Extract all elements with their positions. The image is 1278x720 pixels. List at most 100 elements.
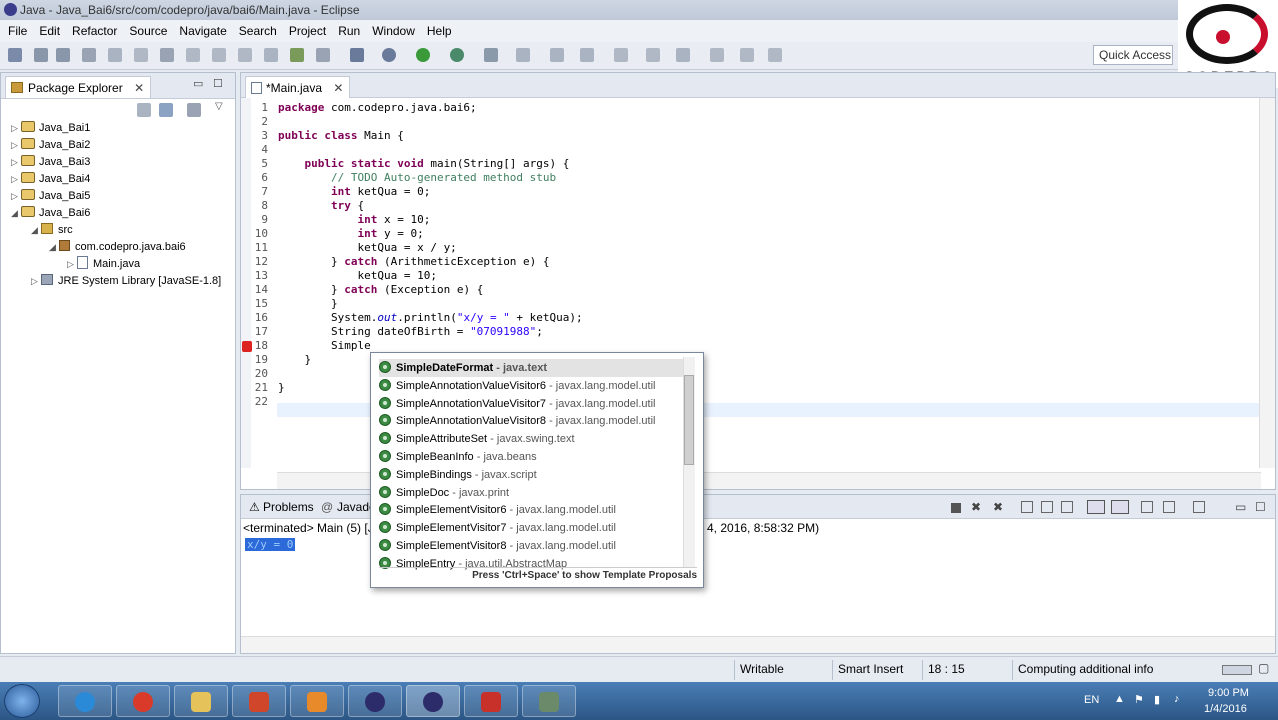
clear-console-icon[interactable] <box>1021 501 1033 513</box>
pin-icon[interactable] <box>316 48 330 62</box>
tree-project-java-bai4[interactable]: ▷ Java_Bai4 <box>11 171 90 188</box>
collapse-icon[interactable]: ◢ <box>11 205 21 222</box>
tree-src-folder[interactable]: ◢ src <box>31 222 73 239</box>
next-icon[interactable] <box>350 48 364 62</box>
code-line[interactable]: int y = 0; <box>278 227 423 241</box>
expand-icon[interactable]: ▷ <box>67 256 77 273</box>
maximize-icon[interactable]: ☐ <box>1255 500 1266 514</box>
menu-navigate[interactable]: Navigate <box>173 20 232 42</box>
code-line[interactable]: // TODO Auto-generated method stub <box>278 171 556 185</box>
back-icon[interactable] <box>710 48 724 62</box>
code-line[interactable]: Simple <box>278 339 371 353</box>
code-line[interactable]: ketQua = x / y; <box>278 241 456 255</box>
close-icon[interactable]: ✕ <box>134 81 144 95</box>
tree-project-java-bai1[interactable]: ▷ Java_Bai1 <box>11 120 90 137</box>
code-line[interactable]: System.out.println("x/y = " + ketQua); <box>278 311 583 325</box>
console-output[interactable]: x/y = 0 <box>245 538 296 551</box>
proposal-item[interactable]: SimpleElementVisitor6 - javax.lang.model… <box>379 501 689 519</box>
console-horizontal-scrollbar[interactable] <box>241 636 1275 653</box>
view-menu-icon[interactable]: ▽ <box>215 101 223 112</box>
collapse-all-icon[interactable] <box>137 103 151 117</box>
tree-jre-library[interactable]: ▷ JRE System Library [JavaSE-1.8] <box>31 273 221 290</box>
expand-icon[interactable]: ▷ <box>31 273 41 290</box>
tab-main-java[interactable]: *Main.java ✕ <box>245 76 351 98</box>
pin-console-icon[interactable] <box>1087 500 1105 514</box>
open-console-icon[interactable] <box>1141 501 1153 513</box>
tray-arrow-icon[interactable]: ▲ <box>1114 693 1125 705</box>
forward-icon[interactable] <box>740 48 754 62</box>
code-line[interactable]: ketQua = 10; <box>278 269 436 283</box>
proposal-item[interactable]: SimpleAnnotationValueVisitor8 - javax.la… <box>379 412 689 430</box>
proposal-item[interactable]: SimpleBindings - javax.script <box>379 466 689 484</box>
menu-help[interactable]: Help <box>421 20 458 42</box>
expand-icon[interactable]: ▷ <box>11 171 21 188</box>
display-selected-icon[interactable] <box>1163 501 1175 513</box>
flag-icon[interactable]: ⚑ <box>1134 693 1144 706</box>
new-icon[interactable] <box>8 48 22 62</box>
scroll-lock-icon[interactable] <box>1041 501 1053 513</box>
tab-problems[interactable]: Problems <box>263 500 314 514</box>
run-icon[interactable] <box>416 48 430 62</box>
taskbar-eclipse-1[interactable] <box>348 685 402 717</box>
minimize-icon[interactable]: ▭ <box>1235 500 1246 514</box>
terminal-icon[interactable] <box>134 48 148 62</box>
menu-edit[interactable]: Edit <box>33 20 66 42</box>
proposal-scrollbar-thumb[interactable] <box>684 375 694 465</box>
toggle-icon[interactable] <box>160 48 174 62</box>
code-line[interactable]: } <box>278 381 285 395</box>
remove-all-icon[interactable]: ✖ <box>993 500 1003 514</box>
code-line[interactable]: } <box>278 297 338 311</box>
start-button-icon[interactable] <box>4 684 40 718</box>
collapse-icon[interactable]: ◢ <box>49 239 59 256</box>
close-icon[interactable]: ✕ <box>333 81 343 95</box>
tree-project-java-bai2[interactable]: ▷ Java_Bai2 <box>11 137 90 154</box>
menu-file[interactable]: File <box>0 20 33 42</box>
code-line[interactable]: package com.codepro.java.bai6; <box>278 101 477 115</box>
save-all-icon[interactable] <box>56 48 70 62</box>
new-java-project-icon[interactable] <box>516 48 530 62</box>
code-line[interactable]: try { <box>278 199 364 213</box>
tree-package[interactable]: ◢ com.codepro.java.bai6 <box>49 239 186 256</box>
proposal-item[interactable]: SimpleBeanInfo - java.beans <box>379 448 689 466</box>
taskbar-tool[interactable] <box>522 685 576 717</box>
menu-project[interactable]: Project <box>283 20 332 42</box>
proposal-item[interactable]: SimpleDoc - javax.print <box>379 484 689 502</box>
proposal-item[interactable]: SimpleAnnotationValueVisitor6 - javax.la… <box>379 377 689 395</box>
code-line[interactable]: public static void main(String[] args) { <box>278 157 570 171</box>
maximize-icon[interactable]: ☐ <box>213 77 223 90</box>
clock-time[interactable]: 9:00 PM <box>1208 687 1249 699</box>
code-line[interactable]: int x = 10; <box>278 213 430 227</box>
build-icon[interactable] <box>108 48 122 62</box>
layout-icon[interactable] <box>212 48 226 62</box>
code-line[interactable]: public class Main { <box>278 129 404 143</box>
terminate-icon[interactable] <box>951 503 961 513</box>
menu-run[interactable]: Run <box>332 20 366 42</box>
expand-icon[interactable]: ▷ <box>11 137 21 154</box>
taskbar-chrome[interactable] <box>116 685 170 717</box>
expand-icon[interactable]: ▷ <box>11 120 21 137</box>
open-type-icon[interactable] <box>614 48 628 62</box>
menu-window[interactable]: Window <box>366 20 421 42</box>
taskbar-eclipse-2[interactable] <box>406 685 460 717</box>
last-edit-icon[interactable] <box>768 48 782 62</box>
code-line[interactable]: } <box>278 353 311 367</box>
expand-icon[interactable]: ▷ <box>11 188 21 205</box>
error-marker-icon[interactable] <box>242 341 252 352</box>
editor-vertical-scrollbar[interactable] <box>1259 98 1275 468</box>
remove-launch-icon[interactable]: ✖ <box>971 500 981 514</box>
language-indicator[interactable]: EN <box>1084 694 1099 706</box>
task-icon[interactable] <box>264 48 278 62</box>
link-editor-icon[interactable] <box>159 103 173 117</box>
proposal-item[interactable]: SimpleDateFormat - java.text <box>379 359 689 377</box>
open-icon[interactable] <box>290 48 304 62</box>
new-class-icon[interactable] <box>580 48 594 62</box>
taskbar-media[interactable] <box>290 685 344 717</box>
window-icon[interactable] <box>238 48 252 62</box>
word-wrap-icon[interactable] <box>1061 501 1073 513</box>
debug-icon[interactable] <box>382 48 396 62</box>
expand-icon[interactable]: ▷ <box>11 154 21 171</box>
mark-icon[interactable] <box>186 48 200 62</box>
tree-project-java-bai5[interactable]: ▷ Java_Bai5 <box>11 188 90 205</box>
minimize-icon[interactable]: ▭ <box>193 77 203 90</box>
print-icon[interactable] <box>82 48 96 62</box>
